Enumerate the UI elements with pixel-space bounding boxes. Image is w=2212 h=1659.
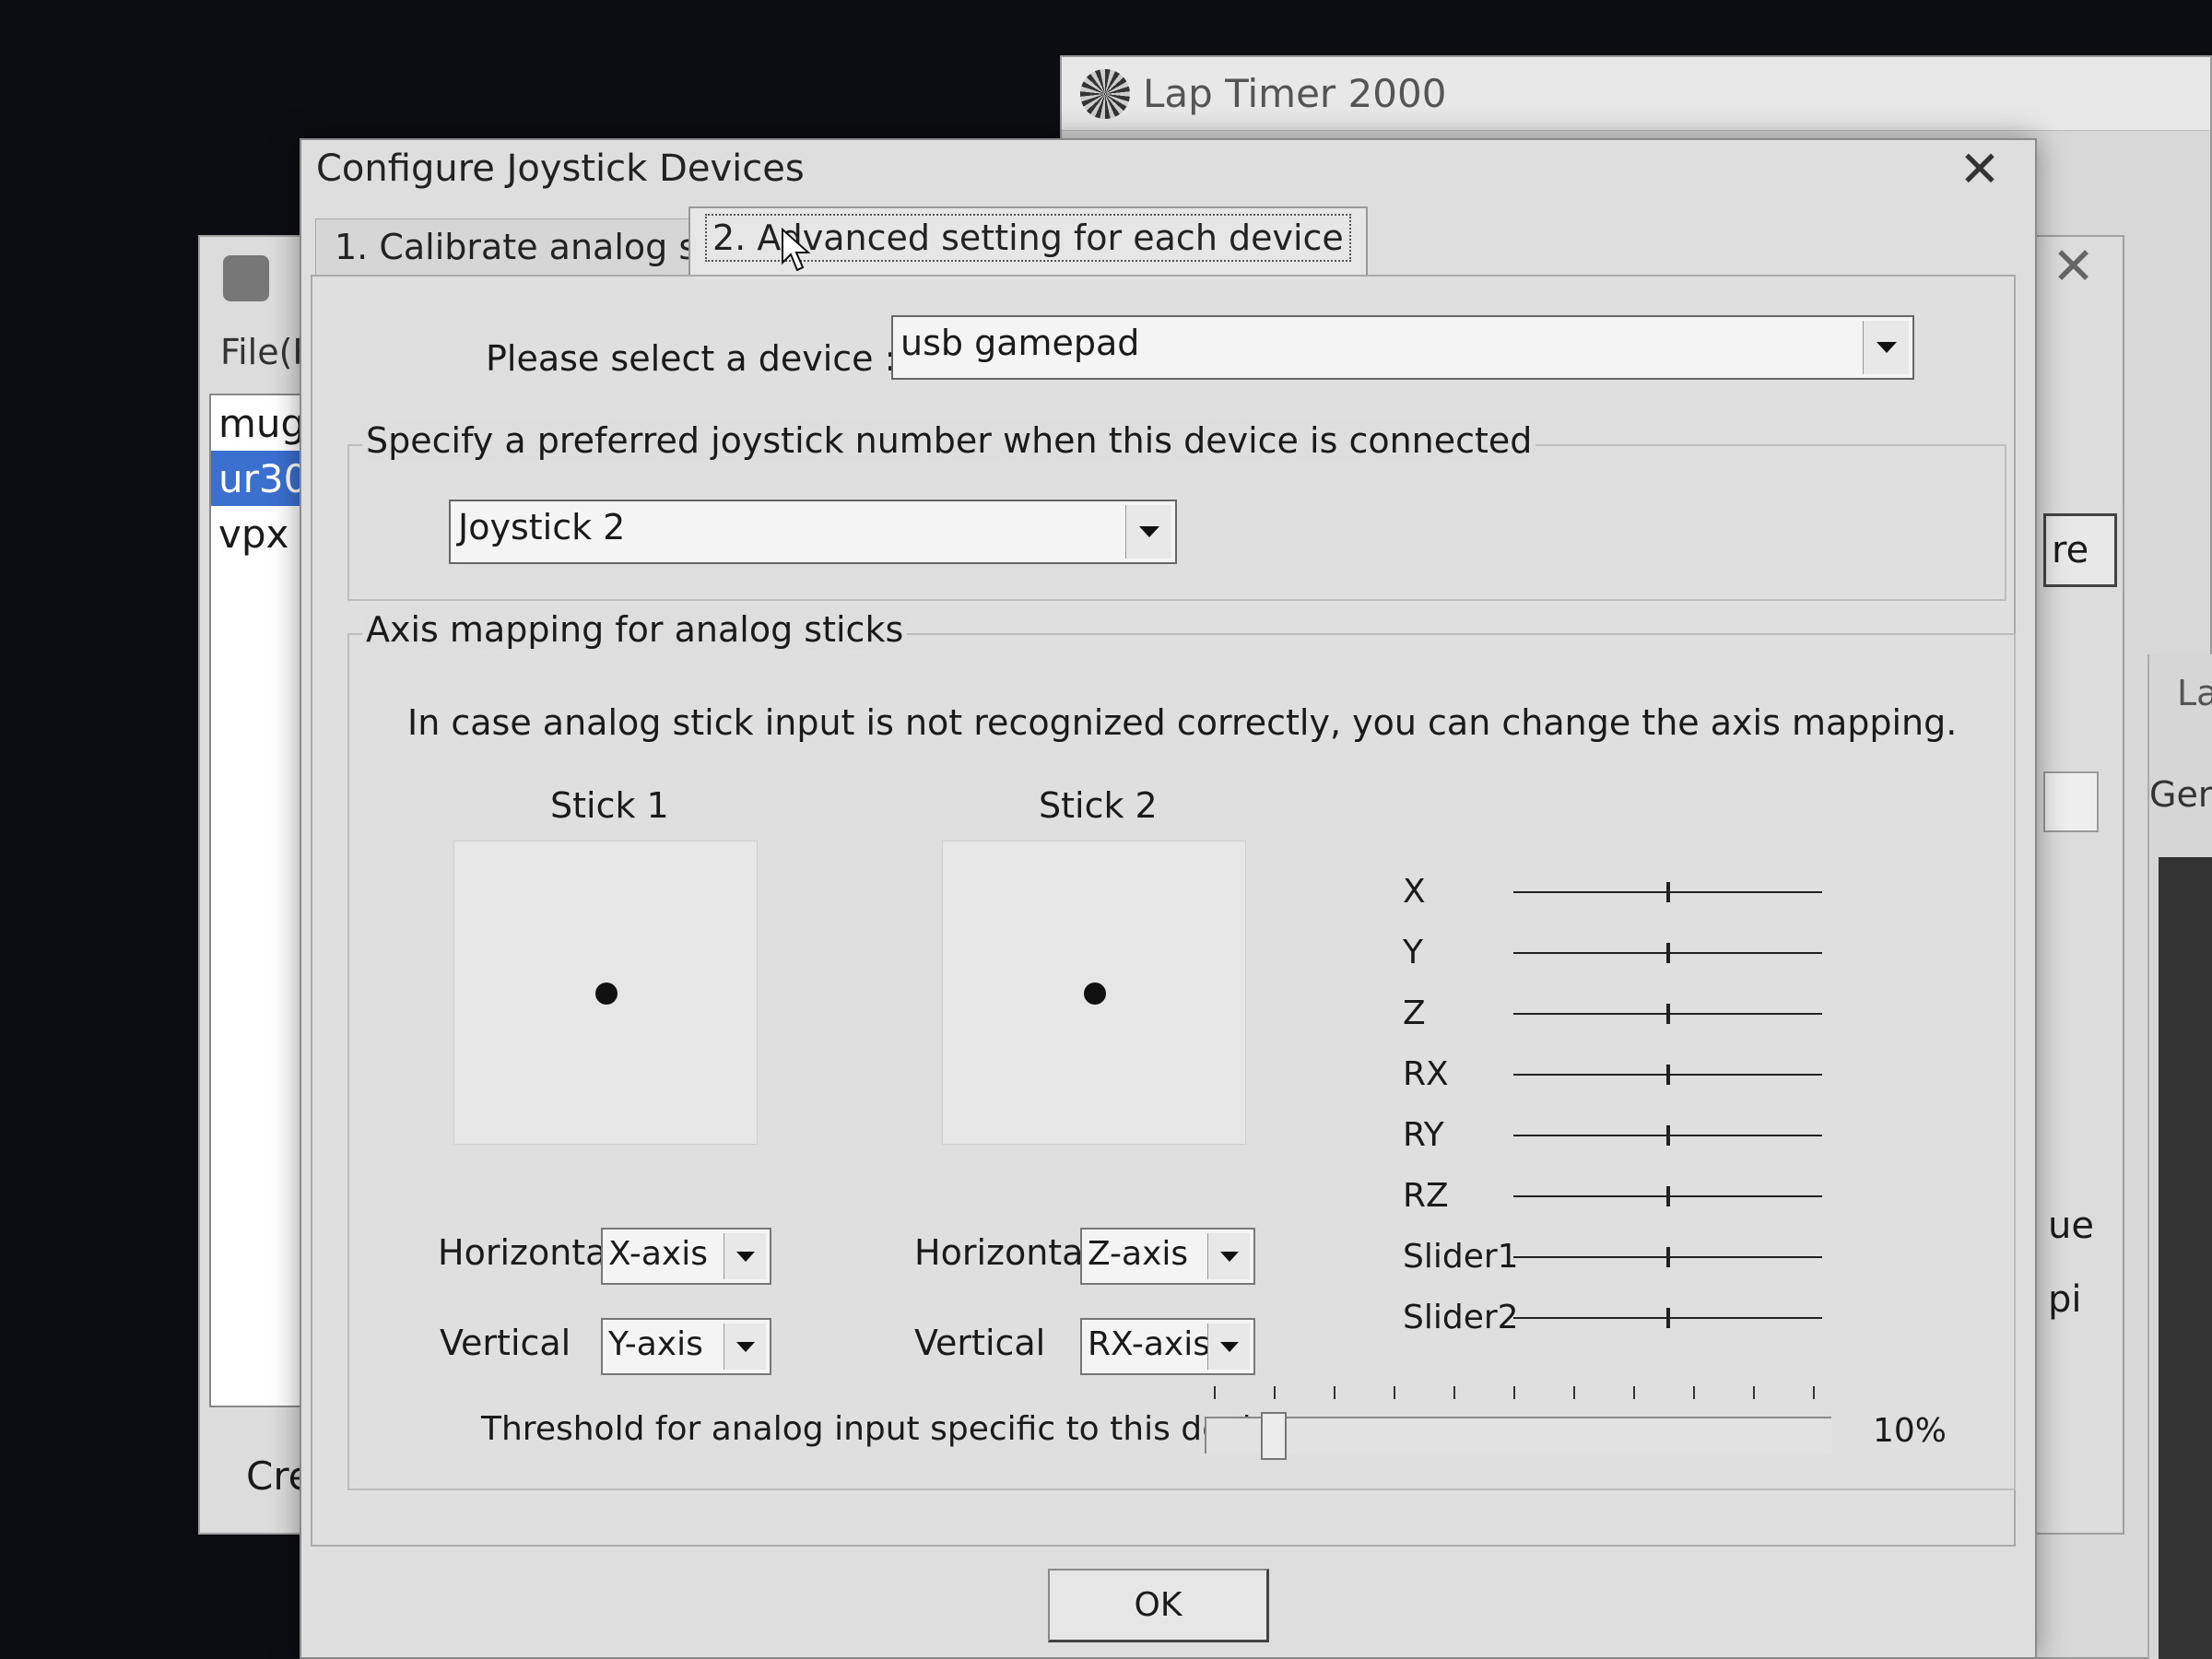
slider-tick bbox=[1453, 1386, 1455, 1399]
slider-tick bbox=[1513, 1386, 1515, 1399]
axis-row-x: X bbox=[1403, 873, 1827, 911]
axis-name: RX bbox=[1403, 1055, 1449, 1093]
stick1-horizontal-label: Horizontal bbox=[438, 1232, 618, 1273]
device-label: Please select a device : bbox=[486, 338, 897, 379]
axis-level-marker bbox=[1665, 1004, 1670, 1024]
axis-row-y: Y bbox=[1403, 934, 1827, 971]
stick2-vertical-select[interactable]: RX-axis bbox=[1080, 1318, 1255, 1375]
axis-row-z: Z bbox=[1403, 994, 1827, 1032]
slider-tick bbox=[1214, 1386, 1216, 1399]
threshold-value: 10% bbox=[1873, 1412, 1947, 1450]
axis-name: Slider1 bbox=[1403, 1238, 1519, 1276]
stick1-vertical-value: Y-axis bbox=[608, 1325, 703, 1363]
close-icon[interactable]: ✕ bbox=[1952, 140, 2007, 205]
axis-row-rz: RZ bbox=[1403, 1177, 1827, 1215]
axis-row-slider1: Slider1 bbox=[1403, 1238, 1827, 1276]
stick1-horizontal-select[interactable]: X-axis bbox=[601, 1228, 771, 1285]
axis-level-marker bbox=[1665, 1186, 1670, 1206]
background-dark-panel bbox=[2159, 857, 2212, 1659]
axis-level-marker bbox=[1665, 1125, 1670, 1146]
slider-tick bbox=[1633, 1386, 1635, 1399]
stick1-vertical-label: Vertical bbox=[440, 1323, 571, 1363]
background-label-gene: Gene bbox=[2149, 774, 2212, 815]
slider-tick bbox=[1813, 1386, 1815, 1399]
configure-joystick-dialog: Configure Joystick Devices ✕ 1. Calibrat… bbox=[300, 138, 2037, 1659]
axis-name: X bbox=[1403, 873, 1426, 911]
threshold-slider[interactable] bbox=[1205, 1417, 1831, 1453]
stick1-horizontal-value: X-axis bbox=[608, 1235, 708, 1273]
mouse-cursor-icon bbox=[782, 228, 811, 272]
stick2-horizontal-label: Horizontal bbox=[914, 1232, 1094, 1273]
laptimer-titlebar: Lap Timer 2000 bbox=[1062, 57, 2210, 131]
chevron-down-icon[interactable] bbox=[1125, 505, 1171, 559]
ok-button[interactable]: OK bbox=[1048, 1569, 1269, 1642]
background-label: ue bbox=[2048, 1205, 2094, 1247]
axis-name: RZ bbox=[1403, 1177, 1449, 1215]
axis-mapping-group-title: Axis mapping for analog sticks bbox=[362, 609, 908, 650]
stick2-vertical-label: Vertical bbox=[914, 1323, 1046, 1363]
axis-description: In case analog stick input is not recogn… bbox=[407, 702, 1958, 743]
slider-tick bbox=[1274, 1386, 1276, 1399]
joystick-number-value: Joystick 2 bbox=[458, 507, 626, 547]
threshold-slider-ticks bbox=[1214, 1386, 1822, 1405]
axis-level-marker bbox=[1665, 1247, 1670, 1267]
stick2-position-dot bbox=[1084, 982, 1106, 1005]
joystick-number-select[interactable]: Joystick 2 bbox=[449, 500, 1177, 564]
background-dropdown[interactable] bbox=[2043, 771, 2099, 832]
axis-level-marker bbox=[1665, 943, 1670, 963]
chevron-down-icon[interactable] bbox=[1863, 321, 1909, 374]
slider-tick bbox=[1693, 1386, 1695, 1399]
axis-level-marker bbox=[1665, 1308, 1670, 1328]
axis-name: RY bbox=[1403, 1116, 1444, 1154]
axis-row-ry: RY bbox=[1403, 1116, 1827, 1154]
chevron-down-icon[interactable] bbox=[1207, 1233, 1250, 1279]
stick2-horizontal-value: Z-axis bbox=[1088, 1235, 1189, 1273]
slider-tick bbox=[1394, 1386, 1395, 1399]
threshold-label: Threshold for analog input specific to t… bbox=[481, 1410, 1290, 1448]
slider-tick bbox=[1753, 1386, 1755, 1399]
axis-name: Z bbox=[1403, 994, 1426, 1032]
stick1-position-dot bbox=[595, 982, 618, 1005]
chevron-down-icon[interactable] bbox=[1207, 1324, 1250, 1370]
stick2-label: Stick 2 bbox=[1039, 785, 1158, 826]
close-icon[interactable]: ✕ bbox=[2052, 237, 2095, 297]
background-window-right: La Gene bbox=[2147, 654, 2212, 1659]
stick2-vertical-value: RX-axis bbox=[1088, 1325, 1210, 1363]
joystick-number-group-title: Specify a preferred joystick number when… bbox=[362, 420, 1536, 461]
axis-level-marker bbox=[1665, 882, 1670, 902]
background-label: pi bbox=[2048, 1278, 2082, 1321]
joystick-app-icon bbox=[223, 255, 269, 301]
device-select-value: usb gamepad bbox=[900, 323, 1140, 363]
slider-tick bbox=[1334, 1386, 1335, 1399]
chevron-down-icon[interactable] bbox=[724, 1233, 766, 1279]
device-select[interactable]: usb gamepad bbox=[891, 315, 1914, 380]
laptimer-app-icon bbox=[1080, 68, 1130, 119]
threshold-slider-handle[interactable] bbox=[1261, 1412, 1287, 1460]
slider-tick bbox=[1573, 1386, 1575, 1399]
axis-name: Slider2 bbox=[1403, 1299, 1519, 1336]
stick1-label: Stick 1 bbox=[550, 785, 669, 826]
background-button[interactable]: re bbox=[2043, 513, 2117, 587]
stick1-vertical-select[interactable]: Y-axis bbox=[601, 1318, 771, 1375]
stick2-horizontal-select[interactable]: Z-axis bbox=[1080, 1228, 1255, 1285]
chevron-down-icon[interactable] bbox=[724, 1324, 766, 1370]
stick2-preview bbox=[942, 841, 1246, 1145]
laptimer-title: Lap Timer 2000 bbox=[1143, 71, 1447, 116]
axis-level-marker bbox=[1665, 1065, 1670, 1085]
axis-row-rx: RX bbox=[1403, 1055, 1827, 1093]
stick1-preview bbox=[453, 841, 758, 1145]
axis-row-slider2: Slider2 bbox=[1403, 1299, 1827, 1336]
dialog-title: Configure Joystick Devices bbox=[316, 147, 805, 190]
background-label-la: La bbox=[2177, 673, 2212, 713]
axis-name: Y bbox=[1403, 934, 1423, 971]
